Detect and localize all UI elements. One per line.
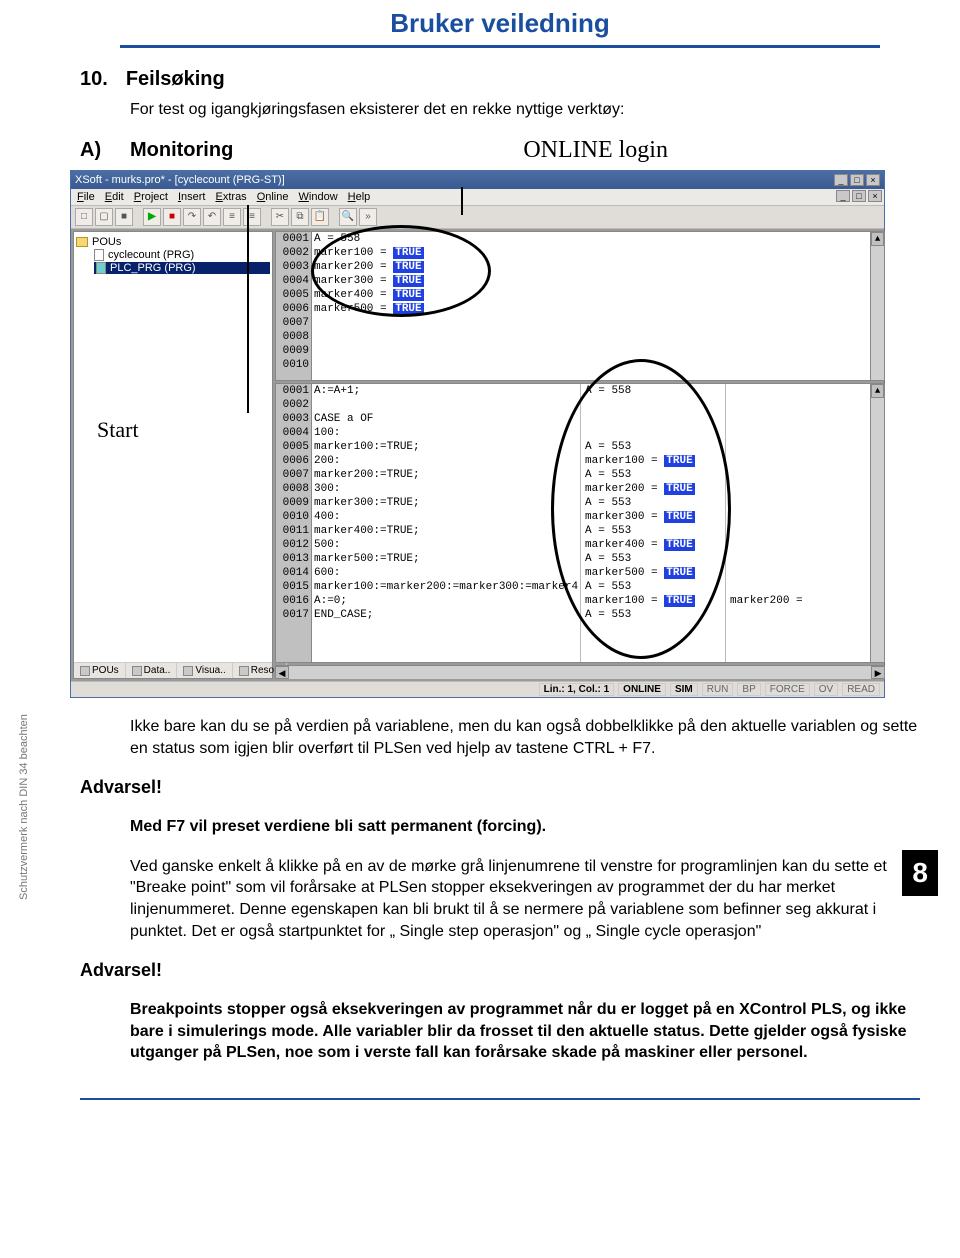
section-number: 10.: [80, 68, 108, 91]
toolbar: □ ▢ ■ ▶ ■ ↷ ↶ ≡ ≡ ✂ ⧉ 📋 🔍 »: [71, 206, 884, 229]
scroll-left[interactable]: ◀: [275, 666, 289, 679]
header-rule: [120, 45, 880, 48]
tab-icon: [183, 666, 193, 676]
window-buttons: _ □ ×: [834, 174, 880, 186]
close-button[interactable]: ×: [866, 174, 880, 186]
menu-edit[interactable]: Edit: [105, 191, 124, 203]
status-sim: SIM: [670, 683, 698, 696]
status-bp: BP: [737, 683, 760, 696]
mdi-max[interactable]: □: [852, 190, 866, 202]
gutter-bot: 0001000200030004000500060007000800090010…: [276, 384, 312, 662]
status-run: RUN: [702, 683, 734, 696]
warning-2-body: Breakpoints stopper også eksekveringen a…: [130, 999, 920, 1064]
menu-extras[interactable]: Extras: [216, 191, 247, 203]
scrollbar-h[interactable]: ◀ ▶: [275, 665, 885, 679]
sub-title: Monitoring: [130, 139, 233, 162]
menu-insert[interactable]: Insert: [178, 191, 206, 203]
document-icon: [96, 262, 106, 274]
tb-step[interactable]: ↷: [183, 208, 201, 226]
tree-item-cyclecount[interactable]: cyclecount (PRG): [94, 249, 270, 261]
gutter-top: 0001000200030004000500060007000800090010: [276, 232, 312, 380]
page-title: Bruker veiledning: [80, 0, 920, 45]
workspace: POUs cyclecount (PRG) PLC_PRG (PRG) POUs…: [71, 229, 884, 681]
implementation-pane: 0001000200030004000500060007000800090010…: [275, 383, 885, 663]
project-tree-panel: POUs cyclecount (PRG) PLC_PRG (PRG) POUs…: [73, 231, 273, 679]
minimize-button[interactable]: _: [834, 174, 848, 186]
tab-icon: [132, 666, 142, 676]
code-bot[interactable]: A:=A+1;CASE a OF100:marker100:=TRUE;200:…: [312, 384, 580, 662]
value-col-2: marker200 =: [725, 384, 870, 662]
scroll-up[interactable]: ▲: [871, 384, 884, 398]
maximize-button[interactable]: □: [850, 174, 864, 186]
status-read: READ: [842, 683, 880, 696]
warning-1-body: Med F7 vil preset verdiene bli satt perm…: [130, 816, 920, 838]
footer-rule: [80, 1098, 920, 1100]
tb-new[interactable]: □: [75, 208, 93, 226]
tree-root[interactable]: POUs: [76, 236, 270, 248]
statusbar: Lin.: 1, Col.: 1 ONLINE SIM RUN BP FORCE…: [71, 681, 884, 697]
code-area: 0001000200030004000500060007000800090010…: [275, 231, 885, 679]
tb-step2[interactable]: ↶: [203, 208, 221, 226]
tree-item-label: PLC_PRG (PRG): [110, 262, 196, 274]
sub-letter: A): [80, 139, 100, 162]
tree-item-plcprg[interactable]: PLC_PRG (PRG): [94, 262, 270, 274]
mdi-buttons: _ □ ×: [836, 190, 882, 202]
page-number-box: 8: [902, 850, 938, 896]
warning-2-title: Advarsel!: [80, 960, 920, 981]
xsoft-window: XSoft - murks.pro* - [cyclecount (PRG-ST…: [70, 170, 885, 698]
intro-text: For test og igangkjøringsfasen eksistere…: [130, 101, 920, 119]
tb-run[interactable]: ▶: [143, 208, 161, 226]
status-force: FORCE: [765, 683, 810, 696]
tb-save[interactable]: ■: [115, 208, 133, 226]
tab-icon: [239, 666, 249, 676]
tab-data[interactable]: Data..: [126, 663, 178, 678]
document-icon: [94, 249, 104, 261]
scrollbar-v[interactable]: ▲: [870, 232, 884, 380]
tree-root-label: POUs: [92, 236, 121, 248]
tab-pous[interactable]: POUs: [74, 663, 126, 678]
tb-copy[interactable]: ⧉: [291, 208, 309, 226]
tb-paste[interactable]: 📋: [311, 208, 329, 226]
status-online: ONLINE: [618, 683, 666, 696]
section-title: Feilsøking: [126, 68, 225, 91]
menu-online[interactable]: Online: [257, 191, 289, 203]
scroll-right[interactable]: ▶: [871, 666, 885, 679]
declaration-pane: 0001000200030004000500060007000800090010…: [275, 231, 885, 381]
online-login-label: ONLINE login: [523, 137, 668, 164]
warning-1-title: Advarsel!: [80, 777, 920, 798]
tab-visu[interactable]: Visua..: [177, 663, 232, 678]
tree-tabs: POUs Data.. Visua.. Reso..: [74, 662, 272, 678]
titlebar: XSoft - murks.pro* - [cyclecount (PRG-ST…: [71, 171, 884, 189]
tb-cut[interactable]: ✂: [271, 208, 289, 226]
status-ov: OV: [814, 683, 838, 696]
tree-item-label: cyclecount (PRG): [108, 249, 194, 261]
status-lincol: Lin.: 1, Col.: 1: [539, 683, 615, 696]
menu-file[interactable]: File: [77, 191, 95, 203]
paragraph-1: Ikke bare kan du se på verdien på variab…: [130, 716, 920, 759]
code-top[interactable]: A = 558 marker100 = TRUE marker200 = TRU…: [312, 232, 870, 380]
tb-find[interactable]: 🔍: [339, 208, 357, 226]
menu-window[interactable]: Window: [299, 191, 338, 203]
paragraph-2: Ved ganske enkelt å klikke på en av de m…: [130, 856, 920, 942]
mdi-min[interactable]: _: [836, 190, 850, 202]
value-col-1: A = 558A = 553marker100 = TRUEA = 553mar…: [580, 384, 725, 662]
folder-icon: [76, 237, 88, 247]
tab-icon: [80, 666, 90, 676]
project-tree: POUs cyclecount (PRG) PLC_PRG (PRG): [74, 232, 272, 662]
page-content: Bruker veiledning 10. Feilsøking For tes…: [0, 0, 960, 1140]
scrollbar-v[interactable]: ▲: [870, 384, 884, 662]
menubar: File Edit Project Insert Extras Online W…: [71, 189, 884, 206]
scroll-up[interactable]: ▲: [871, 232, 884, 246]
tb-watch[interactable]: ≡: [243, 208, 261, 226]
tb-trace[interactable]: ≡: [223, 208, 241, 226]
menu-help[interactable]: Help: [348, 191, 371, 203]
tb-open[interactable]: ▢: [95, 208, 113, 226]
window-title: XSoft - murks.pro* - [cyclecount (PRG-ST…: [75, 174, 285, 186]
mdi-close[interactable]: ×: [868, 190, 882, 202]
menu-project[interactable]: Project: [134, 191, 168, 203]
tb-findnext[interactable]: »: [359, 208, 377, 226]
tb-stop[interactable]: ■: [163, 208, 181, 226]
